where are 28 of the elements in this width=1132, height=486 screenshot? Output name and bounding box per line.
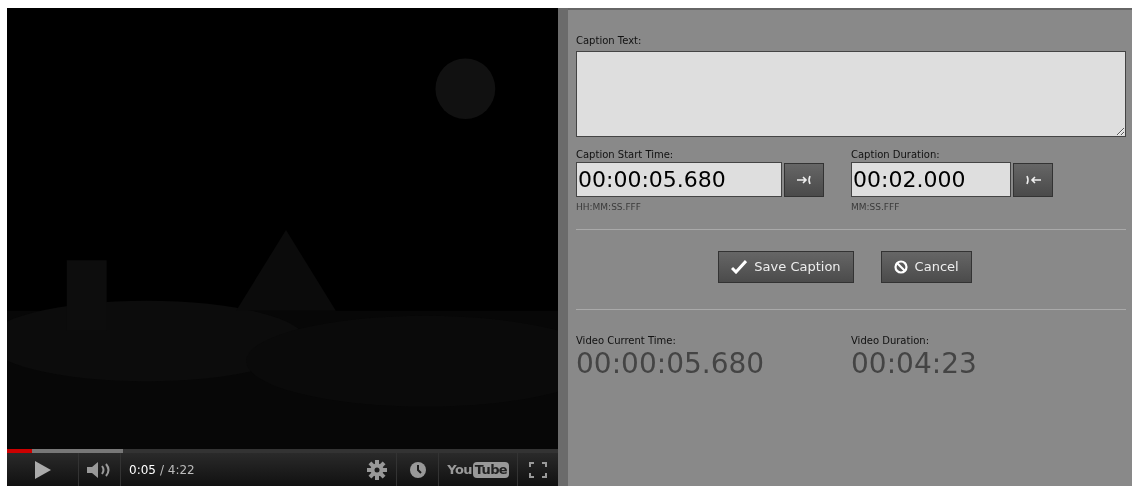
current-time-value: 00:00:05.680 (576, 346, 766, 381)
duration-label: Caption Duration: (851, 148, 941, 161)
current-time: 0:05 (129, 461, 156, 479)
set-end-button[interactable] (1013, 162, 1053, 197)
duration-field[interactable]: 00:02.000 (851, 162, 1011, 197)
video-duration-label: Video Duration: (851, 333, 930, 347)
cancel-button[interactable]: Cancel (880, 250, 972, 283)
progress-track[interactable] (7, 449, 559, 453)
caption-text-field[interactable] (576, 51, 1126, 137)
fullscreen-icon (529, 461, 548, 478)
play-icon (34, 460, 51, 479)
current-time-label: Video Current Time: (576, 333, 677, 347)
start-time-label: Caption Start Time: (576, 148, 675, 161)
start-time-field[interactable]: 00:00:05.680 (576, 162, 782, 197)
duration-hint: MM:SS.FFF (851, 201, 901, 214)
caption-text-label: Caption Text: (576, 34, 643, 48)
start-time-hint: HH:MM:SS.FFF (576, 201, 642, 214)
youtube-logo[interactable]: You Tube (439, 453, 519, 486)
arrow-to-bracket-icon (795, 174, 813, 185)
clock-icon (409, 461, 426, 478)
bracket-left-arrow-icon (1024, 174, 1042, 185)
video-duration-value: 00:04:23 (851, 346, 978, 381)
settings-icon (366, 459, 387, 480)
save-caption-button[interactable]: Save Caption (718, 250, 854, 283)
check-icon (731, 259, 748, 274)
total-time: / 4:22 (159, 461, 195, 479)
set-start-button[interactable] (784, 162, 824, 197)
prohibited-icon (893, 259, 908, 274)
